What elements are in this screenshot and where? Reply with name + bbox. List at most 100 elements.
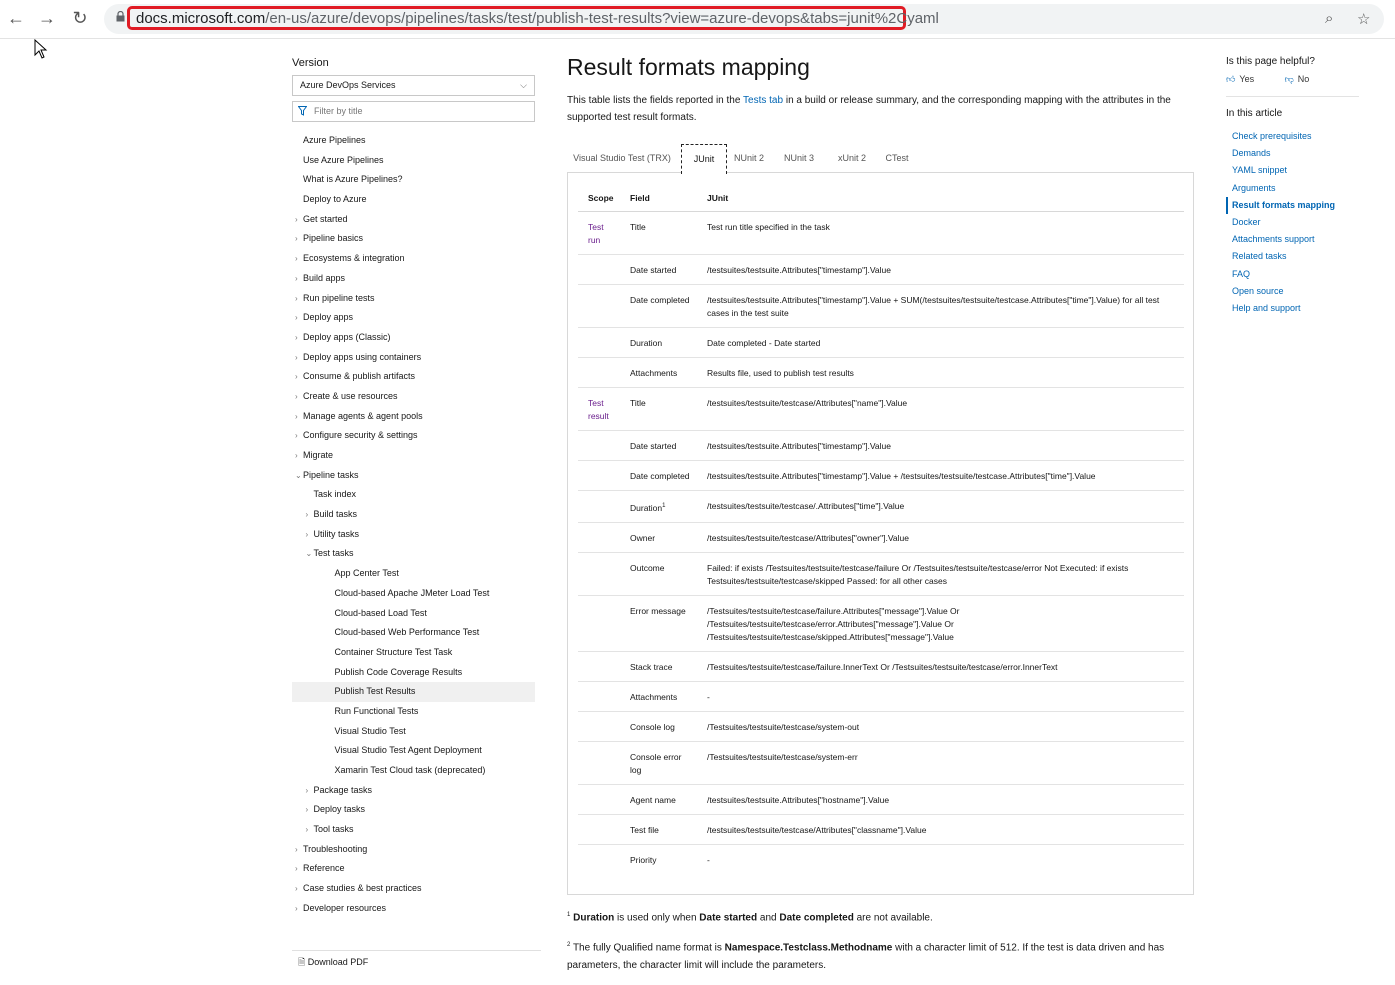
- chevron-right-icon[interactable]: ›: [306, 820, 309, 840]
- zoom-search-icon[interactable]: ⌕: [1325, 10, 1333, 27]
- toc-item[interactable]: ⌄ Test tasks: [292, 544, 535, 564]
- article-nav-link[interactable]: YAML snippet: [1226, 162, 1359, 179]
- toc-item[interactable]: Visual Studio Test: [292, 722, 535, 742]
- toc-item[interactable]: Publish Code Coverage Results: [292, 663, 535, 683]
- toc-item[interactable]: Cloud-based Load Test: [292, 604, 535, 624]
- format-tab[interactable]: JUnit: [681, 144, 727, 174]
- article-nav-link[interactable]: Demands: [1226, 145, 1359, 162]
- chevron-right-icon[interactable]: ›: [295, 859, 298, 879]
- toc-item[interactable]: › Configure security & settings: [292, 426, 535, 446]
- toc-filter-input[interactable]: Filter by title: [292, 101, 535, 122]
- toc-item[interactable]: › Deploy tasks: [292, 800, 535, 820]
- toc-item[interactable]: › Deploy apps (Classic): [292, 328, 535, 348]
- toc-item[interactable]: › Case studies & best practices: [292, 879, 535, 899]
- chevron-right-icon[interactable]: ›: [295, 249, 298, 269]
- chevron-right-icon[interactable]: ›: [306, 525, 309, 545]
- toc-item[interactable]: › Build tasks: [292, 505, 535, 525]
- toc-item[interactable]: Cloud-based Web Performance Test: [292, 623, 535, 643]
- toc-item[interactable]: › Reference: [292, 859, 535, 879]
- chevron-right-icon[interactable]: ›: [295, 328, 298, 348]
- toc-item[interactable]: › Create & use resources: [292, 387, 535, 407]
- chevron-right-icon[interactable]: ›: [295, 446, 298, 466]
- junit-value-cell: /Testsuites/testsuite/testcase/system-er…: [697, 741, 1184, 785]
- chevron-right-icon[interactable]: ›: [295, 407, 298, 427]
- toc-item[interactable]: Azure Pipelines: [292, 131, 535, 151]
- format-tab[interactable]: Visual Studio Test (TRX): [570, 144, 674, 172]
- chevron-right-icon[interactable]: ›: [295, 426, 298, 446]
- download-pdf-link[interactable]: 🗎 Download PDF: [292, 950, 541, 971]
- footnote-marker[interactable]: 1: [662, 503, 665, 509]
- chevron-down-icon[interactable]: ⌄: [306, 544, 313, 564]
- toc-item[interactable]: › Deploy apps: [292, 308, 535, 328]
- toc-item[interactable]: Run Functional Tests: [292, 702, 535, 722]
- chevron-right-icon[interactable]: ›: [295, 840, 298, 860]
- toc-item[interactable]: › Utility tasks: [292, 525, 535, 545]
- format-tab[interactable]: NUnit 2: [729, 144, 769, 172]
- toc-item[interactable]: › Manage agents & agent pools: [292, 407, 535, 427]
- chevron-right-icon[interactable]: ›: [295, 289, 298, 309]
- no-button[interactable]: 👎︎ No: [1285, 74, 1324, 84]
- star-bookmark-icon[interactable]: ☆: [1357, 10, 1370, 28]
- chevron-right-icon[interactable]: ›: [295, 229, 298, 249]
- chevron-right-icon[interactable]: ›: [306, 505, 309, 525]
- toc-item[interactable]: › Troubleshooting: [292, 840, 535, 860]
- article-nav-link[interactable]: Arguments: [1226, 180, 1359, 197]
- article-nav-link[interactable]: Help and support: [1226, 300, 1359, 317]
- article-nav-link[interactable]: FAQ: [1226, 266, 1359, 283]
- toc-item[interactable]: › Package tasks: [292, 781, 535, 801]
- url-domain: docs.microsoft.com: [136, 10, 266, 27]
- version-select[interactable]: Azure DevOps Services ⌵: [292, 75, 535, 96]
- back-arrow-icon[interactable]: ←: [6, 8, 26, 28]
- tests-tab-link[interactable]: Tests tab: [743, 95, 783, 106]
- toc-item[interactable]: Visual Studio Test Agent Deployment: [292, 741, 535, 761]
- toc-item[interactable]: › Pipeline basics: [292, 229, 535, 249]
- toc-item[interactable]: Deploy to Azure: [292, 190, 535, 210]
- toc-item[interactable]: Use Azure Pipelines: [292, 151, 535, 171]
- reload-icon[interactable]: ↻: [70, 8, 90, 28]
- article-nav-link[interactable]: Open source: [1226, 283, 1359, 300]
- format-tab[interactable]: xUnit 2: [832, 144, 872, 172]
- footnotes: 1 Duration is used only when Date starte…: [567, 907, 1194, 974]
- toc-item[interactable]: Task index: [292, 485, 535, 505]
- table-row: Agent name/testsuites/testsuite.Attribut…: [578, 784, 1184, 815]
- toc-item[interactable]: Xamarin Test Cloud task (deprecated): [292, 761, 535, 781]
- toc-item[interactable]: Publish Test Results: [292, 682, 535, 702]
- article-nav-link[interactable]: Result formats mapping: [1226, 196, 1359, 214]
- yes-button[interactable]: 👍︎ Yes: [1226, 74, 1268, 84]
- chevron-right-icon[interactable]: ›: [295, 367, 298, 387]
- chevron-right-icon[interactable]: ›: [295, 899, 298, 919]
- toc-item[interactable]: › Ecosystems & integration: [292, 249, 535, 269]
- toc-item[interactable]: ⌄ Pipeline tasks: [292, 466, 535, 486]
- toc-item[interactable]: › Developer resources: [292, 899, 535, 919]
- toc-item[interactable]: What is Azure Pipelines?: [292, 170, 535, 190]
- toc-item[interactable]: › Build apps: [292, 269, 535, 289]
- chevron-right-icon[interactable]: ›: [295, 308, 298, 328]
- chevron-right-icon[interactable]: ›: [306, 781, 309, 801]
- format-tab[interactable]: NUnit 3: [779, 144, 819, 172]
- article-nav-link[interactable]: Attachments support: [1226, 231, 1359, 248]
- chevron-down-icon[interactable]: ⌄: [295, 466, 302, 486]
- chevron-right-icon[interactable]: ›: [295, 879, 298, 899]
- chevron-right-icon[interactable]: ›: [306, 800, 309, 820]
- toc-item[interactable]: Cloud-based Apache JMeter Load Test: [292, 584, 535, 604]
- toc-item[interactable]: › Consume & publish artifacts: [292, 367, 535, 387]
- toc-item[interactable]: › Get started: [292, 210, 535, 230]
- url-text[interactable]: docs.microsoft.com/en-us/azure/devops/pi…: [136, 10, 939, 27]
- toc-item[interactable]: › Tool tasks: [292, 820, 535, 840]
- chevron-right-icon[interactable]: ›: [295, 210, 298, 230]
- right-rail: Is this page helpful? 👍︎ Yes 👎︎ No In this…: [1226, 56, 1359, 317]
- chevron-right-icon[interactable]: ›: [295, 387, 298, 407]
- toc-item[interactable]: Container Structure Test Task: [292, 643, 535, 663]
- article-nav-link[interactable]: Related tasks: [1226, 248, 1359, 265]
- forward-arrow-icon[interactable]: →: [37, 8, 57, 28]
- toc-item[interactable]: › Migrate: [292, 446, 535, 466]
- article-nav-link[interactable]: Check prerequisites: [1226, 128, 1359, 145]
- chevron-right-icon[interactable]: ›: [295, 348, 298, 368]
- toc-item-label: Pipeline basics: [303, 233, 364, 244]
- chevron-right-icon[interactable]: ›: [295, 269, 298, 289]
- toc-item[interactable]: › Run pipeline tests: [292, 289, 535, 309]
- article-nav-link[interactable]: Docker: [1226, 214, 1359, 231]
- toc-item[interactable]: › Deploy apps using containers: [292, 348, 535, 368]
- toc-item[interactable]: App Center Test: [292, 564, 535, 584]
- format-tab[interactable]: CTest: [880, 144, 914, 172]
